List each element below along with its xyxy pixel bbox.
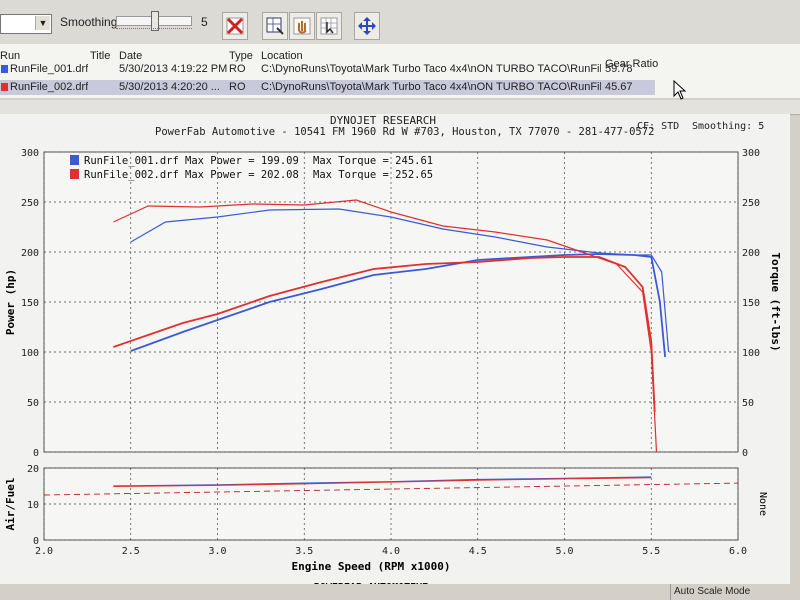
auto-scale-mode-label: Auto Scale Mode bbox=[670, 584, 800, 600]
run-location: C:\DynoRuns\Toyota\Mark Turbo Taco 4x4\n… bbox=[261, 63, 601, 75]
pan-button[interactable] bbox=[289, 12, 315, 40]
legend-swatch bbox=[70, 169, 79, 179]
y-axis-label: Power (hp) bbox=[4, 269, 17, 335]
y2-tick-label: 300 bbox=[742, 148, 760, 159]
run-name: RunFile_001.drf bbox=[10, 63, 89, 75]
run-gear-ratio: 59.78 bbox=[605, 63, 633, 75]
y-tick-label: 0 bbox=[33, 448, 39, 459]
run-color-swatch bbox=[1, 83, 8, 91]
legend-max-power: Max Power = 199.09 bbox=[185, 155, 299, 167]
run-name: RunFile_002.drf bbox=[10, 81, 89, 93]
panel-divider: ▲ ▼ bbox=[0, 100, 800, 212]
x-tick-label: 4.0 bbox=[382, 546, 400, 557]
move-arrows-icon bbox=[358, 17, 376, 35]
pan-hand-icon bbox=[293, 17, 311, 35]
col-header-run[interactable]: Run bbox=[0, 50, 20, 62]
run-type: RO bbox=[229, 63, 246, 75]
x-tick-label: 5.5 bbox=[642, 546, 660, 557]
y-tick-label: 100 bbox=[21, 348, 39, 359]
move-button[interactable] bbox=[354, 12, 380, 40]
airfuel-tick-label: 20 bbox=[27, 464, 39, 475]
smoothing-value: 5 bbox=[201, 15, 208, 29]
x-tick-label: 2.0 bbox=[35, 546, 53, 557]
col-header-type[interactable]: Type bbox=[229, 50, 253, 62]
x-tick-label: 2.5 bbox=[122, 546, 140, 557]
x-tick-label: 4.5 bbox=[469, 546, 487, 557]
zoom-select-icon bbox=[266, 17, 284, 35]
legend-max-torque: Max Torque = 252.65 bbox=[313, 169, 433, 181]
x-axis-label: Engine Speed (RPM x1000) bbox=[292, 560, 451, 573]
y-tick-label: 300 bbox=[21, 148, 39, 159]
y2-axis-label: Torque (ft-lbs) bbox=[769, 252, 782, 351]
mouse-pointer-icon bbox=[673, 80, 687, 100]
zoom-area-button[interactable] bbox=[316, 12, 342, 40]
x-tick-label: 3.0 bbox=[208, 546, 226, 557]
legend-run-name: RunFile_002.drf bbox=[84, 169, 179, 181]
legend-run-name: RunFile_001.drf bbox=[84, 155, 179, 167]
slider-ticks bbox=[116, 28, 192, 33]
x-tick-label: 6.0 bbox=[729, 546, 747, 557]
toolbar: ▼ Smoothing: 5 bbox=[0, 0, 800, 45]
run-date: 5/30/2013 4:20:20 ... bbox=[119, 81, 220, 93]
view-select-dropdown[interactable]: ▼ bbox=[0, 14, 52, 34]
y2-tick-label: 50 bbox=[742, 398, 754, 409]
run-color-swatch bbox=[1, 65, 8, 73]
y-tick-label: 50 bbox=[27, 398, 39, 409]
legend-max-torque: Max Torque = 245.61 bbox=[313, 155, 433, 167]
x-tick-label: 5.0 bbox=[555, 546, 573, 557]
delete-icon bbox=[226, 17, 244, 35]
col-header-date[interactable]: Date bbox=[119, 50, 142, 62]
status-bar: Auto Scale Mode bbox=[0, 584, 800, 600]
run-location: C:\DynoRuns\Toyota\Mark Turbo Taco 4x4\n… bbox=[261, 81, 601, 93]
zoom-select-button[interactable] bbox=[262, 12, 288, 40]
run-date: 5/30/2013 4:19:22 PM bbox=[119, 63, 228, 75]
smoothing-slider[interactable] bbox=[116, 11, 192, 31]
legend-swatch bbox=[70, 155, 79, 165]
chevron-down-icon: ▼ bbox=[35, 16, 50, 30]
x-tick-label: 3.5 bbox=[295, 546, 313, 557]
dyno-chart-area: DYNOJET RESEARCH PowerFab Automotive - 1… bbox=[0, 114, 790, 600]
delete-run-button[interactable] bbox=[222, 12, 248, 40]
y-tick-label: 150 bbox=[21, 298, 39, 309]
run-row-1[interactable]: RunFile_001.drf 5/30/2013 4:19:22 PM RO … bbox=[0, 62, 655, 77]
zoom-area-icon bbox=[320, 17, 338, 35]
run-row-2[interactable]: RunFile_002.drf 5/30/2013 4:20:20 ... RO… bbox=[0, 80, 655, 95]
legend-max-power: Max Power = 202.08 bbox=[185, 169, 299, 181]
airfuel-tick-label: 10 bbox=[27, 500, 39, 511]
run-gear-ratio: 45.67 bbox=[605, 81, 633, 93]
run-type: RO bbox=[229, 81, 246, 93]
smoothing-label: Smoothing: bbox=[60, 15, 121, 29]
y-tick-label: 200 bbox=[21, 248, 39, 259]
y2-tick-label: 250 bbox=[742, 198, 760, 209]
dyno-chart-svg[interactable]: 2.0 2.5 3.0 3.5 4.0 4.5 5.0 5.5 6.00501001502002… bbox=[0, 130, 790, 600]
col-header-title[interactable]: Title bbox=[90, 50, 110, 62]
airfuel-y2-label: None bbox=[757, 492, 768, 516]
y2-tick-label: 200 bbox=[742, 248, 760, 259]
y-tick-label: 250 bbox=[21, 198, 39, 209]
y2-tick-label: 0 bbox=[742, 448, 748, 459]
airfuel-tick-label: 0 bbox=[33, 536, 39, 547]
airfuel-axis-label: Air/Fuel bbox=[4, 478, 17, 531]
y2-tick-label: 100 bbox=[742, 348, 760, 359]
y2-tick-label: 150 bbox=[742, 298, 760, 309]
col-header-location[interactable]: Location bbox=[261, 50, 303, 62]
